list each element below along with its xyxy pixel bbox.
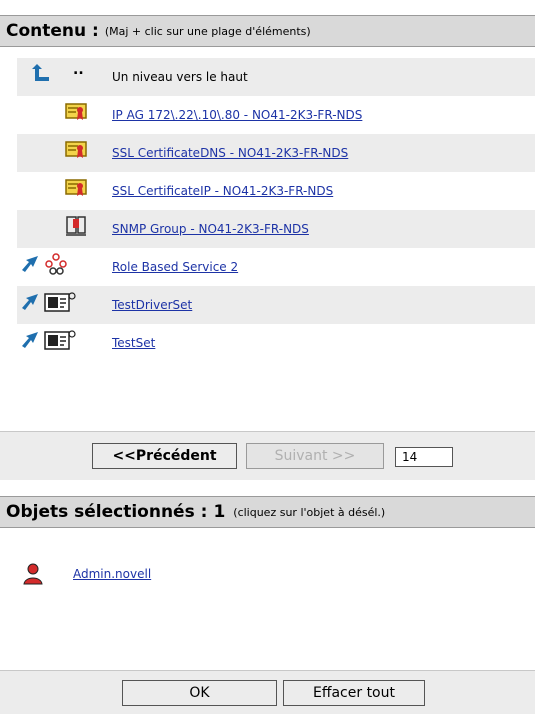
selected-hint: (cliquez sur l'objet à désél.): [233, 505, 386, 519]
selected-header: Objets sélectionnés : 1 (cliquez sur l'o…: [0, 496, 535, 528]
ok-button[interactable]: OK: [122, 680, 277, 706]
item-link[interactable]: SSL CertificateIP - NO41-2K3-FR-NDS: [112, 184, 333, 198]
certificate-icon: [65, 141, 87, 158]
item-link[interactable]: SSL CertificateDNS - NO41-2K3-FR-NDS: [112, 146, 348, 160]
certificate-icon: [65, 103, 87, 120]
selected-item-link[interactable]: Admin.novell: [73, 567, 151, 581]
expand-arrow-icon[interactable]: [18, 252, 42, 276]
item-link[interactable]: IP AG 172\.22\.10\.80 - NO41-2K3-FR-NDS: [112, 108, 362, 122]
list-item: TestDriverSet: [17, 286, 535, 324]
list-item: TestSet: [17, 324, 535, 362]
list-item-up-level[interactable]: .. Un niveau vers le haut: [17, 58, 535, 96]
content-title: Contenu :: [6, 21, 99, 41]
item-link[interactable]: Role Based Service 2: [112, 260, 238, 274]
item-link[interactable]: TestDriverSet: [112, 298, 192, 312]
next-button[interactable]: Suivant >>: [246, 443, 384, 469]
previous-button[interactable]: <<Précédent: [92, 443, 237, 469]
content-header: Contenu : (Maj + clic sur une plage d'él…: [0, 15, 535, 47]
user-icon: [23, 563, 43, 585]
snmp-group-icon: [66, 216, 86, 236]
page-size-field[interactable]: 14: [395, 447, 453, 467]
item-link[interactable]: TestSet: [112, 336, 155, 350]
expand-arrow-icon[interactable]: [18, 290, 42, 314]
selected-count: 1: [213, 502, 226, 522]
clear-all-button[interactable]: Effacer tout: [283, 680, 425, 706]
selected-title: Objets sélectionnés :: [6, 502, 208, 522]
list-item: SNMP Group - NO41-2K3-FR-NDS: [17, 210, 535, 248]
up-level-icon: [32, 64, 49, 81]
up-level-label[interactable]: Un niveau vers le haut: [112, 70, 248, 84]
footer-bar: OK Effacer tout: [0, 670, 535, 714]
certificate-icon: [65, 179, 87, 196]
list-item: IP AG 172\.22\.10\.80 - NO41-2K3-FR-NDS: [17, 96, 535, 134]
list-item: SSL CertificateIP - NO41-2K3-FR-NDS: [17, 172, 535, 210]
selected-item: Admin.novell: [17, 560, 417, 594]
list-item: Role Based Service 2: [17, 248, 535, 286]
item-link[interactable]: SNMP Group - NO41-2K3-FR-NDS: [112, 222, 309, 236]
driver-set-icon: [44, 330, 76, 350]
up-level-dots: ..: [73, 62, 84, 78]
list-item: SSL CertificateDNS - NO41-2K3-FR-NDS: [17, 134, 535, 172]
expand-arrow-icon[interactable]: [18, 328, 42, 352]
driver-set-icon: [44, 292, 76, 312]
role-service-icon: [45, 253, 67, 275]
content-hint: (Maj + clic sur une plage d'éléments): [104, 24, 311, 38]
pager-bar: <<Précédent Suivant >> 14: [0, 431, 535, 480]
